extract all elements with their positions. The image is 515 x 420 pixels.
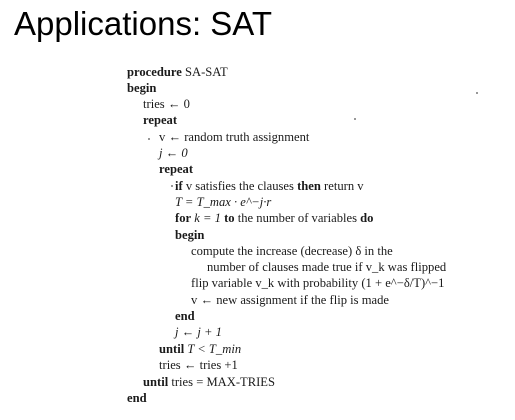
- for-bound: the number of variables: [237, 211, 357, 225]
- outer-until-line: until tries = MAX-TRIES: [143, 374, 275, 390]
- outer-until-keyword: until: [143, 375, 169, 389]
- outer-until-condition: tries = MAX-TRIES: [171, 375, 276, 389]
- if-keyword: if: [175, 179, 183, 193]
- tries-increment-line: tries ← tries +1: [159, 358, 238, 372]
- clauses-made-true-line: number of clauses made true if v_k was f…: [207, 260, 447, 274]
- inner-repeat-keyword: repeat: [159, 162, 194, 176]
- random-assignment-line: v ← random truth assignment: [159, 130, 310, 144]
- stray-mark: [171, 185, 173, 187]
- inner-until-line: until T < T_min: [159, 341, 241, 357]
- temperature-formula: T = T_max · e^−j·r: [175, 195, 272, 209]
- new-assignment-line: v ← new assignment if the flip is made: [191, 293, 389, 307]
- for-keyword: for: [175, 211, 192, 225]
- begin-keyword: begin: [127, 81, 157, 95]
- if-condition: v satisfies the clauses: [185, 179, 294, 193]
- inner-begin-keyword: begin: [175, 228, 205, 242]
- then-keyword: then: [297, 179, 321, 193]
- do-keyword: do: [360, 211, 374, 225]
- until-keyword: until: [159, 342, 185, 356]
- j-init-line: j ← 0: [159, 146, 188, 160]
- for-init: k = 1: [194, 211, 221, 225]
- for-loop-line: for k = 1 to the number of variables do: [175, 210, 373, 226]
- procedure-line: procedure SA-SAT: [127, 64, 228, 80]
- stray-mark: [476, 92, 478, 94]
- flip-probability-line: flip variable v_k with probability (1 + …: [191, 276, 445, 290]
- until-condition: T < T_min: [187, 342, 242, 356]
- outer-repeat-keyword: repeat: [143, 113, 178, 127]
- if-satisfies-line: if v satisfies the clauses then return v: [175, 178, 364, 194]
- end-keyword: end: [127, 391, 147, 405]
- compute-delta-line: compute the increase (decrease) δ in the: [191, 244, 393, 258]
- stray-mark: [148, 138, 150, 140]
- stray-mark: [354, 118, 356, 120]
- j-increment-line: j ← j + 1: [175, 325, 222, 339]
- procedure-name: SA-SAT: [184, 65, 228, 79]
- to-keyword: to: [224, 211, 235, 225]
- inner-end-keyword: end: [175, 309, 195, 323]
- procedure-keyword: procedure: [127, 65, 182, 79]
- sa-sat-pseudocode: procedure SA-SAT begin tries ← 0 repeat …: [0, 0, 515, 420]
- return-text: return v: [324, 179, 364, 193]
- tries-init-line: tries ← 0: [143, 97, 190, 111]
